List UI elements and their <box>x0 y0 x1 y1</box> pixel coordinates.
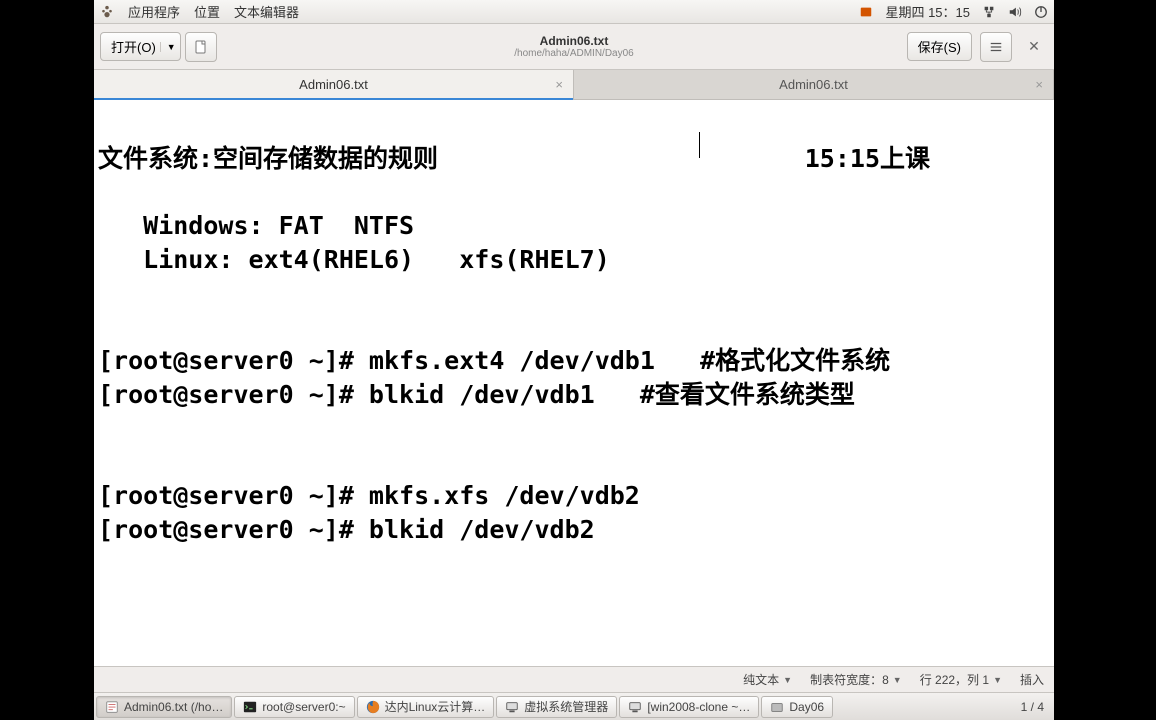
task-gedit[interactable]: Admin06.txt (/ho… <box>96 696 232 718</box>
task-label: 虚拟系统管理器 <box>524 698 608 715</box>
text-editor-area[interactable]: 文件系统:空间存储数据的规则15:15上课 Windows: FAT NTFS … <box>94 100 1054 666</box>
tabwidth-combo[interactable]: 制表符宽度：8 ▼ <box>810 671 902 688</box>
network-icon[interactable] <box>982 5 996 19</box>
editor-line: [root@server0 ~]# mkfs.ext4 /dev/vdb1 #格… <box>98 344 1050 378</box>
editor-toolbar: 打开(O) ▼ Admin06.txt /home/haha/ADMIN/Day… <box>94 24 1054 70</box>
position-label: 行 222，列 1 <box>920 671 989 688</box>
editor-line: [root@server0 ~]# mkfs.xfs /dev/vdb2 <box>98 479 1050 513</box>
hamburger-menu-button[interactable] <box>980 32 1012 62</box>
menu-applications[interactable]: 应用程序 <box>128 2 180 21</box>
task-terminal[interactable]: root@server0:~ <box>234 696 354 718</box>
vm-icon <box>505 700 519 714</box>
syntax-label: 纯文本 <box>743 671 779 688</box>
terminal-icon <box>243 700 257 714</box>
editor-heading: 文件系统:空间存储数据的规则 <box>98 142 438 176</box>
desktop-window: 应用程序 位置 文本编辑器 星期四 15：15 打开(O) ▼ <box>94 0 1054 720</box>
editor-line: Windows: FAT NTFS <box>98 209 1050 243</box>
chevron-down-icon: ▼ <box>783 675 792 685</box>
task-label: Day06 <box>789 700 824 714</box>
tab-admin06-2[interactable]: Admin06.txt × <box>574 70 1054 99</box>
tabwidth-label: 制表符宽度：8 <box>810 671 889 688</box>
workspace-pager[interactable]: 1 / 4 <box>1013 700 1052 714</box>
chevron-down-icon[interactable]: ▼ <box>160 42 176 52</box>
status-bar: 纯文本 ▼ 制表符宽度：8 ▼ 行 222，列 1 ▼ 插入 <box>94 666 1054 692</box>
editor-line: [root@server0 ~]# blkid /dev/vdb1 #查看文件系… <box>98 378 1050 412</box>
gnome-logo-icon <box>100 5 114 19</box>
task-win2008[interactable]: [win2008-clone ~… <box>619 696 759 718</box>
open-button[interactable]: 打开(O) ▼ <box>100 32 181 61</box>
chevron-down-icon: ▼ <box>993 675 1002 685</box>
bottom-taskbar: Admin06.txt (/ho… root@server0:~ 达内Linux… <box>94 692 1054 720</box>
open-button-label: 打开(O) <box>111 37 156 56</box>
editor-line: Linux: ext4(RHEL6) xfs(RHEL7) <box>98 243 1050 277</box>
task-label: 达内Linux云计算… <box>385 698 486 715</box>
position-combo[interactable]: 行 222，列 1 ▼ <box>920 671 1002 688</box>
menu-places[interactable]: 位置 <box>194 2 220 21</box>
save-button-label: 保存(S) <box>918 37 961 56</box>
task-virt-manager[interactable]: 虚拟系统管理器 <box>496 696 617 718</box>
task-label: root@server0:~ <box>262 700 345 714</box>
new-doc-button[interactable] <box>185 32 217 62</box>
insert-mode[interactable]: 插入 <box>1020 671 1044 688</box>
tab-close-icon[interactable]: × <box>555 77 563 92</box>
tab-close-icon[interactable]: × <box>1035 77 1043 92</box>
task-label: Admin06.txt (/ho… <box>124 700 223 714</box>
tab-strip: Admin06.txt × Admin06.txt × <box>94 70 1054 100</box>
vm-icon <box>628 700 642 714</box>
top-menubar: 应用程序 位置 文本编辑器 星期四 15：15 <box>94 0 1054 24</box>
task-firefox[interactable]: 达内Linux云计算… <box>357 696 495 718</box>
tab-label: Admin06.txt <box>779 77 848 92</box>
tab-label: Admin06.txt <box>299 77 368 92</box>
power-icon[interactable] <box>1034 5 1048 19</box>
emblem-icon[interactable] <box>859 5 873 19</box>
text-cursor-icon <box>699 132 700 158</box>
window-close-button[interactable]: ✕ <box>1020 32 1048 62</box>
task-files[interactable]: Day06 <box>761 696 833 718</box>
editor-note: 15:15上课 <box>805 142 1050 176</box>
chevron-down-icon: ▼ <box>893 675 902 685</box>
clock[interactable]: 星期四 15：15 <box>885 2 970 21</box>
syntax-combo[interactable]: 纯文本 ▼ <box>743 671 792 688</box>
save-button[interactable]: 保存(S) <box>907 32 972 61</box>
editor-line: [root@server0 ~]# blkid /dev/vdb2 <box>98 513 1050 547</box>
folder-icon <box>770 700 784 714</box>
task-label: [win2008-clone ~… <box>647 700 750 714</box>
gedit-icon <box>105 700 119 714</box>
volume-icon[interactable] <box>1008 5 1022 19</box>
tab-admin06-1[interactable]: Admin06.txt × <box>94 70 574 99</box>
firefox-icon <box>366 700 380 714</box>
menu-editor[interactable]: 文本编辑器 <box>234 2 299 21</box>
